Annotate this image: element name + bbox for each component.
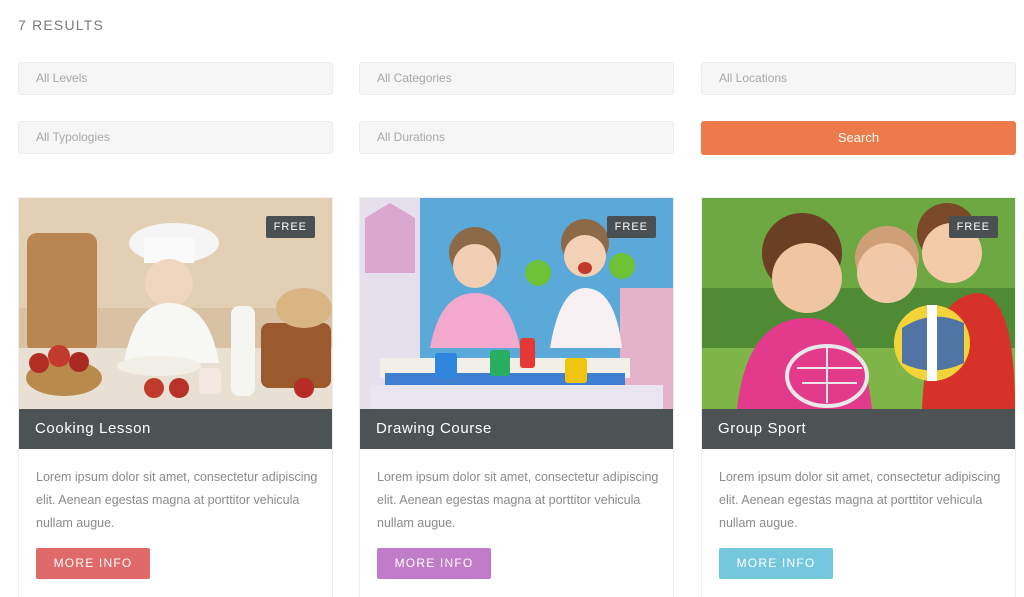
course-card-drawing: FREE Drawing Course Lorem ipsum dolor si…	[359, 197, 674, 597]
results-count: 7 RESULTS	[18, 17, 105, 33]
course-card-sport: FREE Group Sport Lorem ipsum dolor sit a…	[701, 197, 1016, 597]
card-title[interactable]: Cooking Lesson	[19, 409, 332, 449]
more-info-button[interactable]: MORE INFO	[719, 548, 833, 579]
card-description: Lorem ipsum dolor sit amet, consectetur …	[719, 470, 1001, 530]
free-badge: FREE	[265, 216, 315, 238]
free-badge: FREE	[606, 216, 656, 238]
locations-select[interactable]: All Locations	[701, 62, 1016, 95]
durations-select[interactable]: All Durations	[359, 121, 674, 154]
more-info-button[interactable]: MORE INFO	[377, 548, 491, 579]
cooking-image[interactable]: FREE	[19, 198, 332, 409]
levels-select[interactable]: All Levels	[18, 62, 333, 95]
categories-select[interactable]: All Categories	[359, 62, 674, 95]
card-description: Lorem ipsum dolor sit amet, consectetur …	[377, 470, 659, 530]
course-card-cooking: FREE Cooking Lesson Lorem ipsum dolor si…	[18, 197, 333, 597]
sport-image[interactable]: FREE	[702, 198, 1015, 409]
card-description: Lorem ipsum dolor sit amet, consectetur …	[36, 470, 318, 530]
typologies-select[interactable]: All Typologies	[18, 121, 333, 154]
more-info-button[interactable]: MORE INFO	[36, 548, 150, 579]
card-title[interactable]: Group Sport	[702, 409, 1015, 449]
card-title[interactable]: Drawing Course	[360, 409, 673, 449]
drawing-image[interactable]: FREE	[360, 198, 673, 409]
search-button[interactable]: Search	[701, 121, 1016, 155]
free-badge: FREE	[948, 216, 998, 238]
